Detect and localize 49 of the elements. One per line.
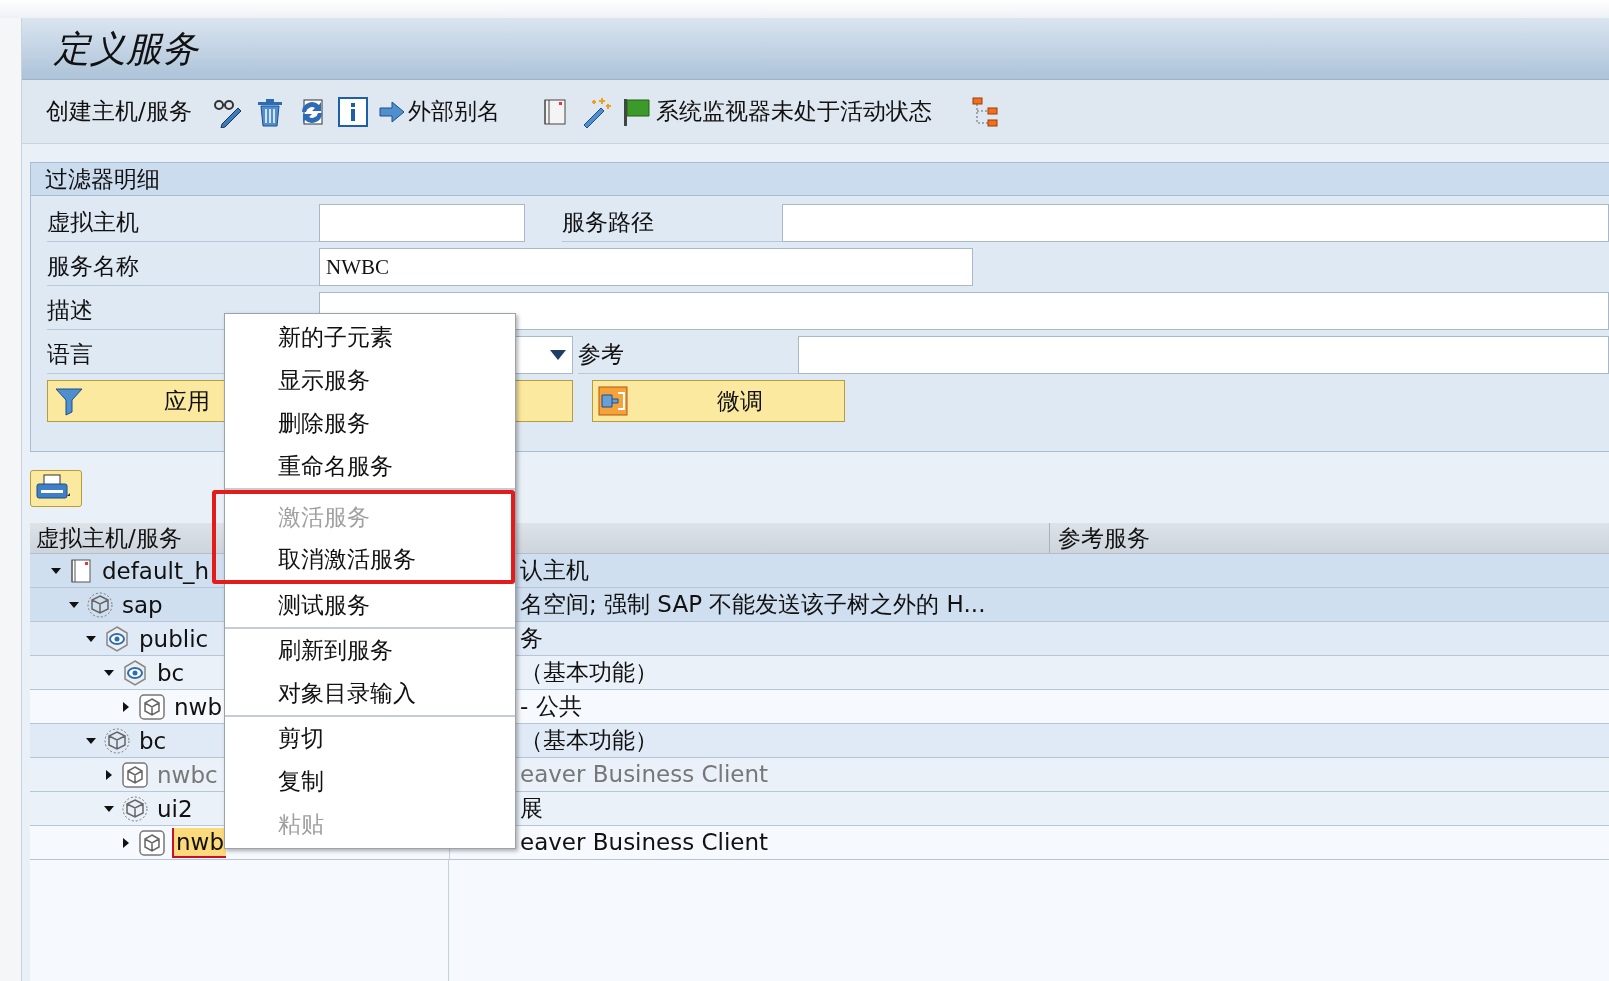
input-field[interactable] — [798, 336, 1609, 374]
tree-node[interactable]: sap — [120, 590, 165, 619]
description-cell-text: 务 — [520, 624, 543, 654]
menu-item[interactable]: 剪切 — [225, 717, 515, 760]
menu-item[interactable]: 对象目录输入 — [225, 672, 515, 715]
tune-button[interactable]: 微调 — [592, 380, 845, 422]
panel-title: 过滤器明细 — [45, 164, 160, 194]
external-alias-button[interactable]: 外部别名 — [377, 94, 500, 129]
input-field[interactable]: NWBC — [319, 248, 973, 286]
tree-node[interactable]: ui2 — [155, 794, 195, 823]
column-header: 虚拟主机/服务 — [35, 523, 183, 553]
flag-icon — [621, 96, 652, 127]
eye-icon — [103, 624, 131, 653]
filter-icon — [54, 386, 84, 416]
tree-node[interactable]: bc — [137, 726, 169, 755]
description-cell-text: 展 — [520, 794, 543, 824]
description-cell-text: 认主机 — [520, 556, 589, 586]
window-title: 定义服务 — [54, 27, 198, 71]
menu-item[interactable]: 复制 — [225, 760, 515, 803]
info-icon[interactable] — [337, 96, 368, 127]
input-field[interactable] — [782, 204, 1609, 242]
tree-node[interactable]: nwb — [172, 692, 224, 721]
menu-item[interactable]: 取消激活服务 — [225, 538, 511, 580]
input-field[interactable] — [319, 204, 525, 242]
cube-icon — [103, 726, 131, 755]
description-cell-text: eaver Business Client — [520, 828, 769, 858]
cube-icon — [121, 794, 149, 823]
dropdown-caret-icon — [550, 350, 566, 360]
create-host-service-button[interactable]: 创建主机/服务 — [46, 94, 192, 129]
description-cell-text: （基本功能） — [520, 726, 658, 756]
tree-node[interactable]: public — [137, 624, 211, 653]
description-cell-text: - 公共 — [520, 692, 582, 722]
description-cell-text: eaver Business Client — [520, 760, 769, 790]
column-header: 参考服务 — [1049, 523, 1609, 553]
cube-icon — [121, 760, 149, 789]
adjust-icon — [597, 385, 629, 417]
tree-node[interactable]: nwb — [172, 827, 226, 858]
tree-node[interactable]: default_h — [100, 556, 211, 585]
tree-node[interactable]: nwbc — [155, 760, 220, 789]
system-monitor-button[interactable]: 系统监视器未处于活动状态 — [621, 94, 932, 129]
menu-item[interactable]: 测试服务 — [225, 584, 515, 627]
cube-icon — [86, 590, 114, 619]
menu-item[interactable]: 刷新到服务 — [225, 629, 515, 672]
menu-item[interactable]: 重命名服务 — [225, 445, 515, 488]
print-button[interactable] — [30, 470, 82, 507]
description-cell-text: 名空间; 强制 SAP 不能发送该子树之外的 H... — [520, 590, 986, 620]
tree-node[interactable]: bc — [155, 658, 187, 687]
book-icon — [68, 557, 94, 584]
description-cell-text: （基本功能） — [520, 658, 658, 688]
